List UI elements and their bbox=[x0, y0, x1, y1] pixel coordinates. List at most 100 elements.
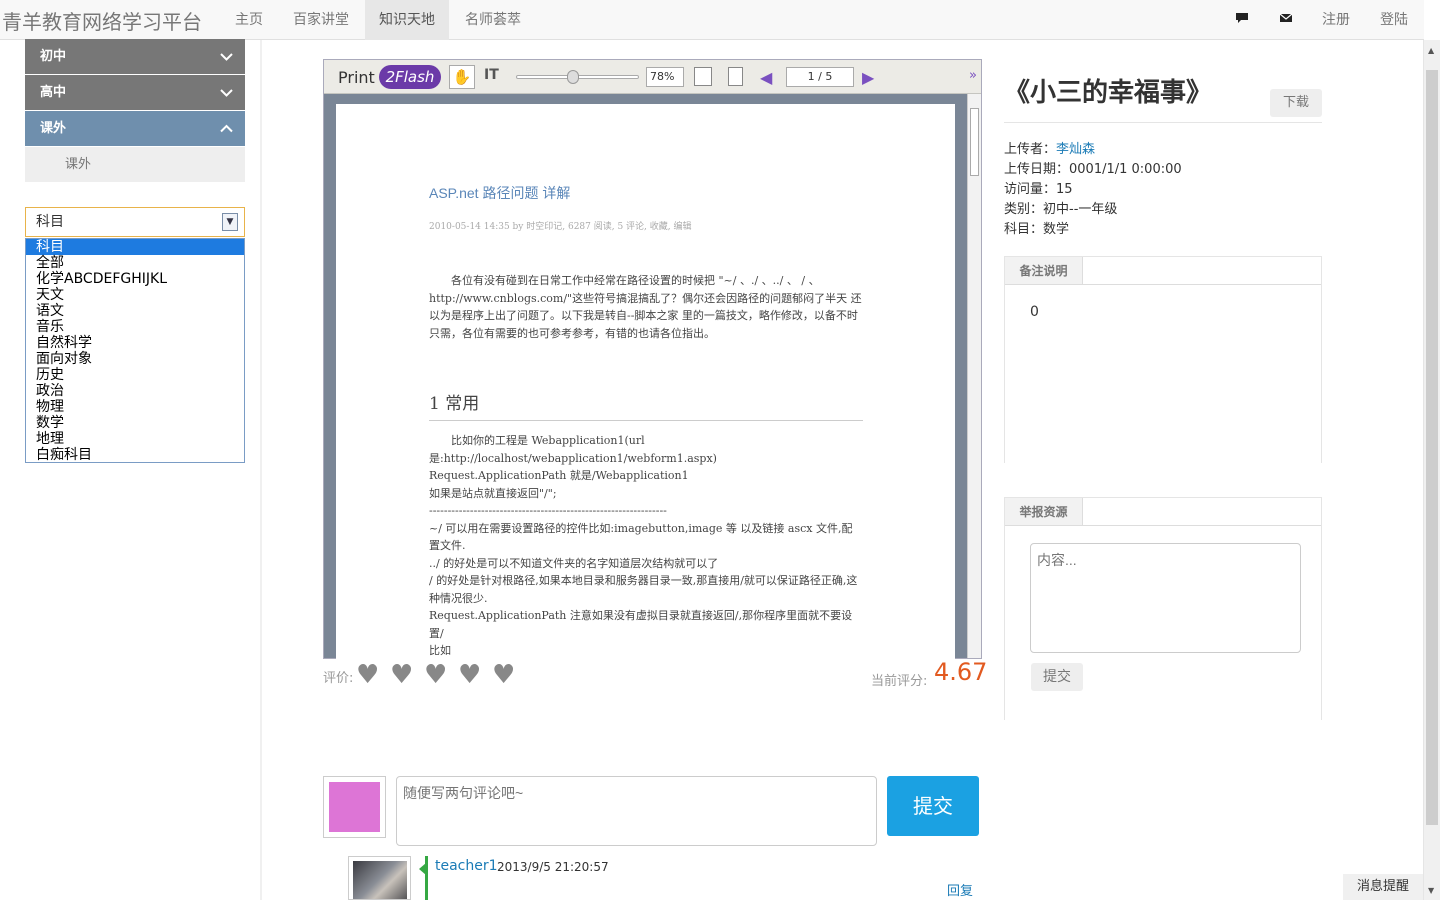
report-tab[interactable]: 举报资源 bbox=[1005, 498, 1083, 526]
register-link[interactable]: 注册 bbox=[1314, 0, 1358, 40]
comment-reply-link[interactable]: 回复 bbox=[947, 880, 973, 899]
sidebar-subitem-extracurricular[interactable]: 课外 bbox=[25, 147, 245, 182]
dropdown-arrow-icon[interactable]: ▼ bbox=[222, 213, 238, 231]
meta-value: 15 bbox=[1056, 182, 1073, 197]
meta-value: 数学 bbox=[1043, 222, 1070, 237]
viewer-scroll-thumb[interactable] bbox=[970, 108, 979, 176]
subject-option[interactable]: 音乐 bbox=[26, 319, 244, 335]
chevron-up-icon bbox=[220, 124, 233, 133]
message-notification[interactable]: 消息提醒 bbox=[1343, 874, 1423, 900]
subject-option[interactable]: 全部 bbox=[26, 255, 244, 271]
hand-tool-icon[interactable]: ✋ bbox=[449, 65, 475, 89]
doc-line: ~/ 可以用在需要设置路径的控件比如:imagebutton,image 等 以… bbox=[429, 521, 853, 553]
sidebar-item-extracurricular[interactable]: 课外 bbox=[25, 111, 245, 146]
doc-line: 如果是站点就直接返回"/"; bbox=[429, 486, 557, 500]
login-link[interactable]: 登陆 bbox=[1372, 0, 1416, 40]
viewer-logo-print: Print bbox=[338, 68, 375, 87]
subject-option[interactable]: 物理 bbox=[26, 399, 244, 415]
comment-input[interactable] bbox=[396, 776, 877, 846]
next-page-icon[interactable]: ▶ bbox=[862, 68, 874, 87]
comment-bar bbox=[425, 856, 428, 900]
subject-option[interactable]: 数学 bbox=[26, 415, 244, 431]
comment-user[interactable]: teacher1 bbox=[435, 858, 498, 874]
subject-option[interactable]: 政治 bbox=[26, 383, 244, 399]
heart-icon[interactable]: ♥ bbox=[424, 662, 448, 688]
prev-page-icon[interactable]: ◀ bbox=[760, 68, 772, 87]
subject-option[interactable]: 面向对象 bbox=[26, 351, 244, 367]
sidebar-item-label: 课外 bbox=[40, 121, 67, 136]
heart-icon[interactable]: ♥ bbox=[492, 662, 516, 688]
doc-line: ../ 的好处是可以不知道文件夹的名字知道层次结构就可以了 bbox=[429, 556, 719, 570]
page-input[interactable]: 1 / 5 bbox=[786, 67, 854, 87]
doc-line: / 的好处是针对根路径,如果本地目录和服务器目录一致,那直接用/就可以保证路径正… bbox=[429, 574, 858, 605]
viewer-logo-flash: 2Flash bbox=[379, 65, 441, 89]
subject-option[interactable]: 科目 bbox=[26, 239, 244, 255]
meta-label: 上传者： bbox=[1004, 142, 1057, 157]
document-page: ASP.net 路径问题 详解 2010-05-14 14:35 by 时空印记… bbox=[336, 104, 955, 664]
meta-row: 上传日期：0001/1/1 0:00:00 bbox=[1004, 158, 1182, 177]
sidebar-item-label: 初中 bbox=[40, 49, 67, 64]
brand-title[interactable]: 青羊教育网络学习平台 bbox=[2, 6, 202, 35]
heart-icon[interactable]: ♥ bbox=[390, 662, 414, 688]
rating-label: 评价: bbox=[323, 671, 354, 686]
expand-toolbar-icon[interactable]: » bbox=[969, 68, 977, 83]
page-scrollbar[interactable]: ▲ ▼ bbox=[1423, 40, 1440, 900]
text-select-icon[interactable]: IT bbox=[484, 67, 499, 83]
mail-icon[interactable] bbox=[1279, 12, 1293, 24]
nav-home[interactable]: 主页 bbox=[221, 0, 277, 40]
scroll-down-icon[interactable]: ▼ bbox=[1428, 886, 1434, 895]
comment-avatar-image bbox=[353, 861, 407, 899]
zoom-slider-thumb[interactable] bbox=[566, 70, 579, 84]
note-panel: 备注说明 bbox=[1004, 256, 1322, 463]
subject-option[interactable]: 白痴科目 bbox=[26, 447, 244, 463]
download-button[interactable]: 下载 bbox=[1270, 89, 1322, 117]
subject-option[interactable]: 历史 bbox=[26, 367, 244, 383]
nav-knowledge[interactable]: 知识天地 bbox=[365, 0, 449, 40]
comment-submit-button[interactable]: 提交 bbox=[887, 776, 979, 836]
title-divider bbox=[1004, 122, 1322, 123]
subject-option[interactable]: 自然科学 bbox=[26, 335, 244, 351]
meta-row: 科目：数学 bbox=[1004, 218, 1069, 237]
meta-label: 类别： bbox=[1004, 202, 1044, 217]
viewer-scrollbar[interactable] bbox=[967, 94, 981, 658]
note-value: 0 bbox=[1030, 304, 1039, 320]
subject-option[interactable]: 化学ABCDEFGHIJKL bbox=[26, 271, 244, 287]
heart-icon[interactable]: ♥ bbox=[356, 662, 380, 688]
scroll-up-icon[interactable]: ▲ bbox=[1428, 46, 1434, 55]
meta-row: 上传者：李灿森 bbox=[1004, 138, 1095, 157]
subject-select[interactable]: 科目 ▼ bbox=[25, 207, 245, 237]
sidebar-divider bbox=[260, 40, 262, 900]
single-page-icon[interactable] bbox=[728, 67, 743, 86]
sidebar-item-senior[interactable]: 高中 bbox=[25, 75, 245, 110]
chevron-down-icon bbox=[220, 53, 233, 61]
meta-row: 访问量：15 bbox=[1004, 178, 1073, 197]
subject-select-value: 科目 bbox=[36, 214, 64, 230]
nav-teachers[interactable]: 名师荟萃 bbox=[457, 0, 529, 40]
meta-value: 初中--一年级 bbox=[1043, 202, 1118, 217]
chat-icon[interactable] bbox=[1235, 12, 1249, 24]
avatar-image bbox=[329, 782, 380, 832]
meta-label: 科目： bbox=[1004, 222, 1044, 237]
report-input[interactable] bbox=[1030, 543, 1301, 653]
report-submit-button[interactable]: 提交 bbox=[1031, 663, 1083, 691]
comment-time: 2013/9/5 21:20:57 bbox=[497, 860, 609, 874]
heart-icon[interactable]: ♥ bbox=[458, 662, 482, 688]
zoom-slider[interactable] bbox=[516, 70, 639, 84]
doc-line: Request.ApplicationPath 注意如果没有虚拟目录就直接返回/… bbox=[429, 609, 853, 640]
avatar bbox=[323, 776, 386, 838]
meta-row: 类别：初中--一年级 bbox=[1004, 198, 1117, 217]
top-navbar: 青羊教育网络学习平台 主页 百家讲堂 知识天地 名师荟萃 注册 登陆 bbox=[0, 0, 1424, 40]
sidebar-item-junior[interactable]: 初中 bbox=[25, 39, 245, 74]
subject-option[interactable]: 地理 bbox=[26, 431, 244, 447]
meta-label: 访问量： bbox=[1004, 182, 1057, 197]
meta-value[interactable]: 李灿森 bbox=[1056, 142, 1095, 157]
fit-page-icon[interactable] bbox=[694, 67, 712, 86]
nav-lectures[interactable]: 百家讲堂 bbox=[285, 0, 357, 40]
sidebar-item-label: 高中 bbox=[40, 85, 67, 100]
subject-option[interactable]: 语文 bbox=[26, 303, 244, 319]
note-tab[interactable]: 备注说明 bbox=[1005, 257, 1083, 285]
page-scroll-thumb[interactable] bbox=[1426, 70, 1438, 825]
chevron-down-icon bbox=[220, 89, 233, 97]
subject-option[interactable]: 天文 bbox=[26, 287, 244, 303]
zoom-input[interactable]: 78% bbox=[646, 67, 684, 87]
